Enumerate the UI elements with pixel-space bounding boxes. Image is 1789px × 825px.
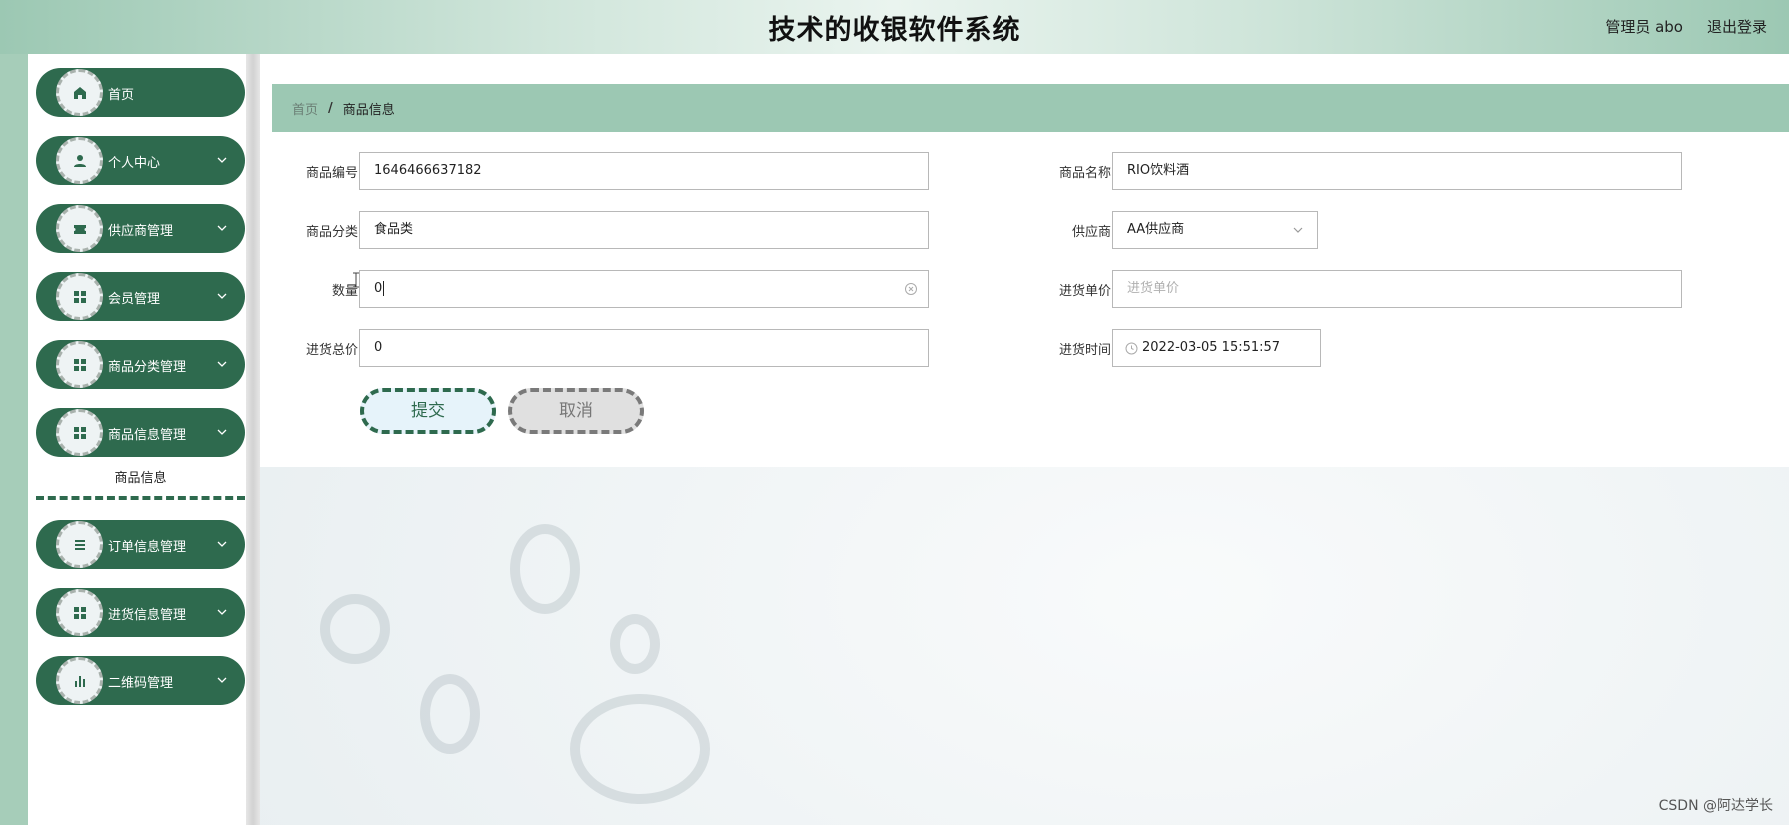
- supplier-select[interactable]: AA供应商: [1112, 211, 1318, 249]
- caret: ​: [383, 281, 385, 296]
- chevron-down-icon: [217, 677, 227, 683]
- sidebar-item-label: 二维码管理: [108, 676, 174, 691]
- product-code-field[interactable]: 1646466637182: [359, 152, 929, 190]
- product-name-label: 商品名称: [1058, 166, 1111, 181]
- unit-price-label: 进货单价: [1058, 284, 1111, 299]
- sidebar-item-member[interactable]: 会员管理: [36, 272, 245, 321]
- sidebar-item-label: 商品信息管理: [108, 428, 187, 443]
- app-title: 技术的收银软件系统: [768, 14, 1021, 46]
- sidebar-item-purchase[interactable]: 进货信息管理: [36, 588, 245, 637]
- sidebar-item-home[interactable]: 首页: [36, 68, 245, 117]
- grid-icon: [56, 409, 103, 456]
- purchase-time-label: 进货时间: [1058, 343, 1111, 358]
- submit-button[interactable]: 提交: [360, 388, 496, 434]
- sidebar-item-label: 个人中心: [108, 156, 161, 171]
- background-decoration: [570, 694, 710, 804]
- background-decoration: [610, 614, 660, 674]
- ticket-icon: [56, 205, 103, 252]
- sidebar-item-label: 订单信息管理: [108, 540, 187, 555]
- header: 技术的收银软件系统 管理员 abo 退出登录: [0, 0, 1789, 54]
- background-decoration: [510, 524, 580, 614]
- chevron-down-icon: [217, 609, 227, 615]
- sidebar-item-personal-center[interactable]: 个人中心: [36, 136, 245, 185]
- chevron-down-icon: [217, 541, 227, 547]
- supplier-label: 供应商: [1071, 225, 1111, 240]
- quantity-value: 0: [374, 281, 383, 296]
- sidebar-item-label: 进货信息管理: [108, 608, 187, 623]
- purchase-time-picker[interactable]: 2022-03-05 15:51:57: [1112, 329, 1321, 367]
- unit-price-field[interactable]: 进货单价: [1112, 270, 1682, 308]
- sidebar-item-qrcode[interactable]: 二维码管理: [36, 656, 245, 705]
- current-user: 管理员 abo: [1605, 18, 1683, 36]
- watermark: CSDN @阿达学长: [1658, 798, 1773, 814]
- sidebar-divider: [246, 54, 260, 825]
- sidebar-item-label: 首页: [108, 88, 135, 103]
- sidebar-item-label: 会员管理: [108, 292, 161, 307]
- clear-icon[interactable]: [904, 282, 918, 296]
- total-price-label: 进货总价: [305, 343, 358, 358]
- sidebar-edge-strip: [0, 54, 28, 825]
- breadcrumb-home[interactable]: 首页: [292, 99, 318, 118]
- breadcrumb-current: 商品信息: [342, 102, 395, 118]
- total-price-field[interactable]: 0: [359, 329, 929, 367]
- list-icon: [56, 521, 103, 568]
- grid-icon: [56, 273, 103, 320]
- purchase-time-value: 2022-03-05 15:51:57: [1142, 340, 1281, 355]
- form-panel: 首页 / 商品信息 商品编号 1646466637182 商品名称 RIO饮料酒…: [260, 54, 1789, 467]
- background-decoration: [320, 594, 390, 664]
- chevron-up-icon: [217, 429, 227, 435]
- chevron-down-icon: [217, 361, 227, 367]
- sidebar-item-product-info[interactable]: 商品信息管理: [36, 408, 245, 457]
- clock-icon: [1125, 342, 1138, 355]
- sidebar-subitem-product-info[interactable]: 商品信息: [36, 460, 245, 500]
- main-content: 首页 / 商品信息 商品编号 1646466637182 商品名称 RIO饮料酒…: [260, 54, 1789, 825]
- home-icon: [56, 69, 103, 116]
- chevron-down-icon: [217, 225, 227, 231]
- background-decoration: [420, 674, 480, 754]
- breadcrumb-separator: /: [328, 100, 333, 116]
- quantity-label: 数量: [331, 284, 358, 299]
- grid-icon: [56, 341, 103, 388]
- product-code-label: 商品编号: [305, 166, 358, 181]
- chevron-down-icon: [217, 293, 227, 299]
- quantity-field[interactable]: 0​: [359, 270, 929, 308]
- chevron-down-icon: [217, 157, 227, 163]
- grid-icon: [56, 589, 103, 636]
- supplier-select-value: AA供应商: [1127, 222, 1185, 237]
- bar-chart-icon: [56, 657, 103, 704]
- logout-link[interactable]: 退出登录: [1707, 16, 1767, 37]
- chevron-down-icon: [1293, 227, 1303, 233]
- sidebar-item-category[interactable]: 商品分类管理: [36, 340, 245, 389]
- product-name-field[interactable]: RIO饮料酒: [1112, 152, 1682, 190]
- user-icon: [56, 137, 103, 184]
- sidebar-item-supplier[interactable]: 供应商管理: [36, 204, 245, 253]
- category-label: 商品分类: [305, 225, 358, 240]
- sidebar-item-label: 商品分类管理: [108, 360, 187, 375]
- cancel-button[interactable]: 取消: [508, 388, 644, 434]
- category-field[interactable]: 食品类: [359, 211, 929, 249]
- sidebar-item-order[interactable]: 订单信息管理: [36, 520, 245, 569]
- sidebar-item-label: 供应商管理: [108, 224, 174, 239]
- sidebar: 首页 个人中心 供应商管理 会员管理 商品分类管理 商品信息管理 商品信息 订单…: [28, 54, 246, 825]
- breadcrumb: 首页 / 商品信息: [272, 84, 1789, 132]
